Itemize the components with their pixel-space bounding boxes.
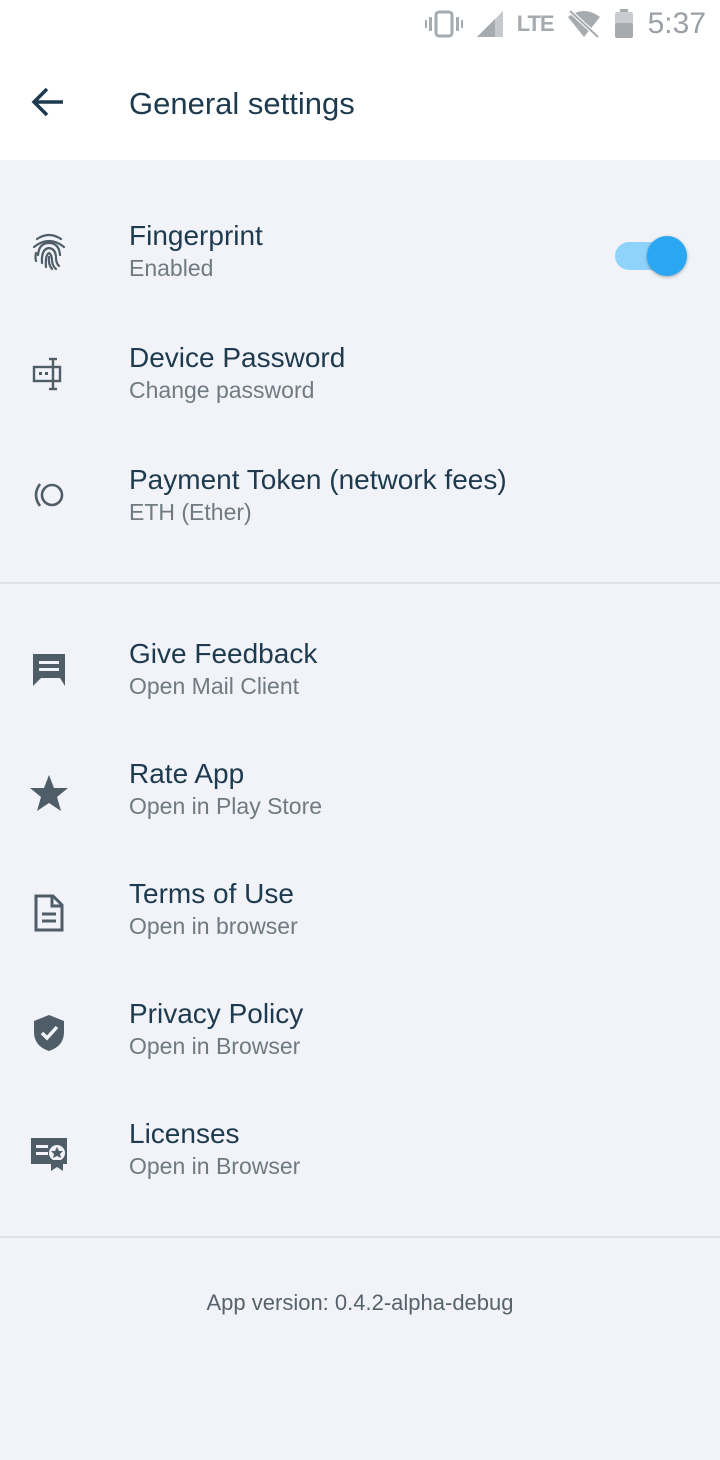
setting-row-licenses[interactable]: Licenses Open in Browser: [0, 1090, 720, 1210]
clock: 5:37: [647, 7, 706, 40]
vibrate-icon: [424, 9, 463, 39]
fingerprint-toggle[interactable]: [613, 236, 689, 276]
back-button[interactable]: [18, 74, 78, 134]
section-divider: [0, 582, 720, 584]
setting-title: Device Password: [129, 342, 346, 373]
setting-subtitle: ETH (Ether): [129, 499, 252, 525]
shield-icon: [26, 1010, 72, 1056]
app-version: App version: 0.4.2-alpha-debug: [206, 1290, 514, 1315]
back-arrow-icon: [31, 87, 65, 122]
section-divider: [0, 1236, 720, 1238]
setting-subtitle: Open in Play Store: [129, 793, 323, 819]
signal-icon: [475, 9, 505, 39]
setting-title: Licenses: [129, 1118, 240, 1149]
token-icon: [26, 472, 72, 518]
page-title: General settings: [129, 86, 355, 121]
setting-row-terms-of-use[interactable]: Terms of Use Open in browser: [0, 850, 720, 970]
feedback-icon: [26, 647, 72, 693]
document-icon: [26, 890, 72, 936]
battery-icon: [614, 9, 634, 39]
fingerprint-icon: [26, 228, 72, 274]
status-bar: LTE 5:37: [0, 0, 720, 48]
setting-subtitle: Change password: [129, 377, 315, 403]
setting-row-rate-app[interactable]: Rate App Open in Play Store: [0, 730, 720, 850]
setting-title: Privacy Policy: [129, 998, 304, 1029]
app-bar: General settings: [0, 48, 720, 160]
setting-subtitle: Open in Browser: [129, 1033, 301, 1059]
setting-subtitle: Open in browser: [129, 913, 298, 939]
setting-row-device-password[interactable]: Device Password Change password: [0, 314, 720, 434]
setting-title: Terms of Use: [129, 878, 294, 909]
setting-title: Rate App: [129, 758, 245, 789]
network-type: LTE: [516, 11, 555, 36]
setting-row-payment-token[interactable]: Payment Token (network fees) ETH (Ether): [0, 436, 720, 556]
setting-title: Give Feedback: [129, 638, 318, 669]
setting-row-privacy-policy[interactable]: Privacy Policy Open in Browser: [0, 970, 720, 1090]
wifi-off-icon: [566, 9, 602, 39]
setting-title: Fingerprint: [129, 220, 263, 251]
toggle-knob: [647, 236, 687, 276]
star-icon: [26, 770, 72, 816]
setting-subtitle: Open in Browser: [129, 1153, 301, 1179]
setting-row-give-feedback[interactable]: Give Feedback Open Mail Client: [0, 610, 720, 730]
setting-subtitle: Enabled: [129, 255, 214, 281]
setting-title: Payment Token (network fees): [129, 464, 507, 495]
setting-row-fingerprint[interactable]: Fingerprint Enabled: [0, 192, 720, 312]
setting-subtitle: Open Mail Client: [129, 673, 300, 699]
password-icon: [26, 351, 72, 397]
license-icon: [26, 1130, 72, 1176]
